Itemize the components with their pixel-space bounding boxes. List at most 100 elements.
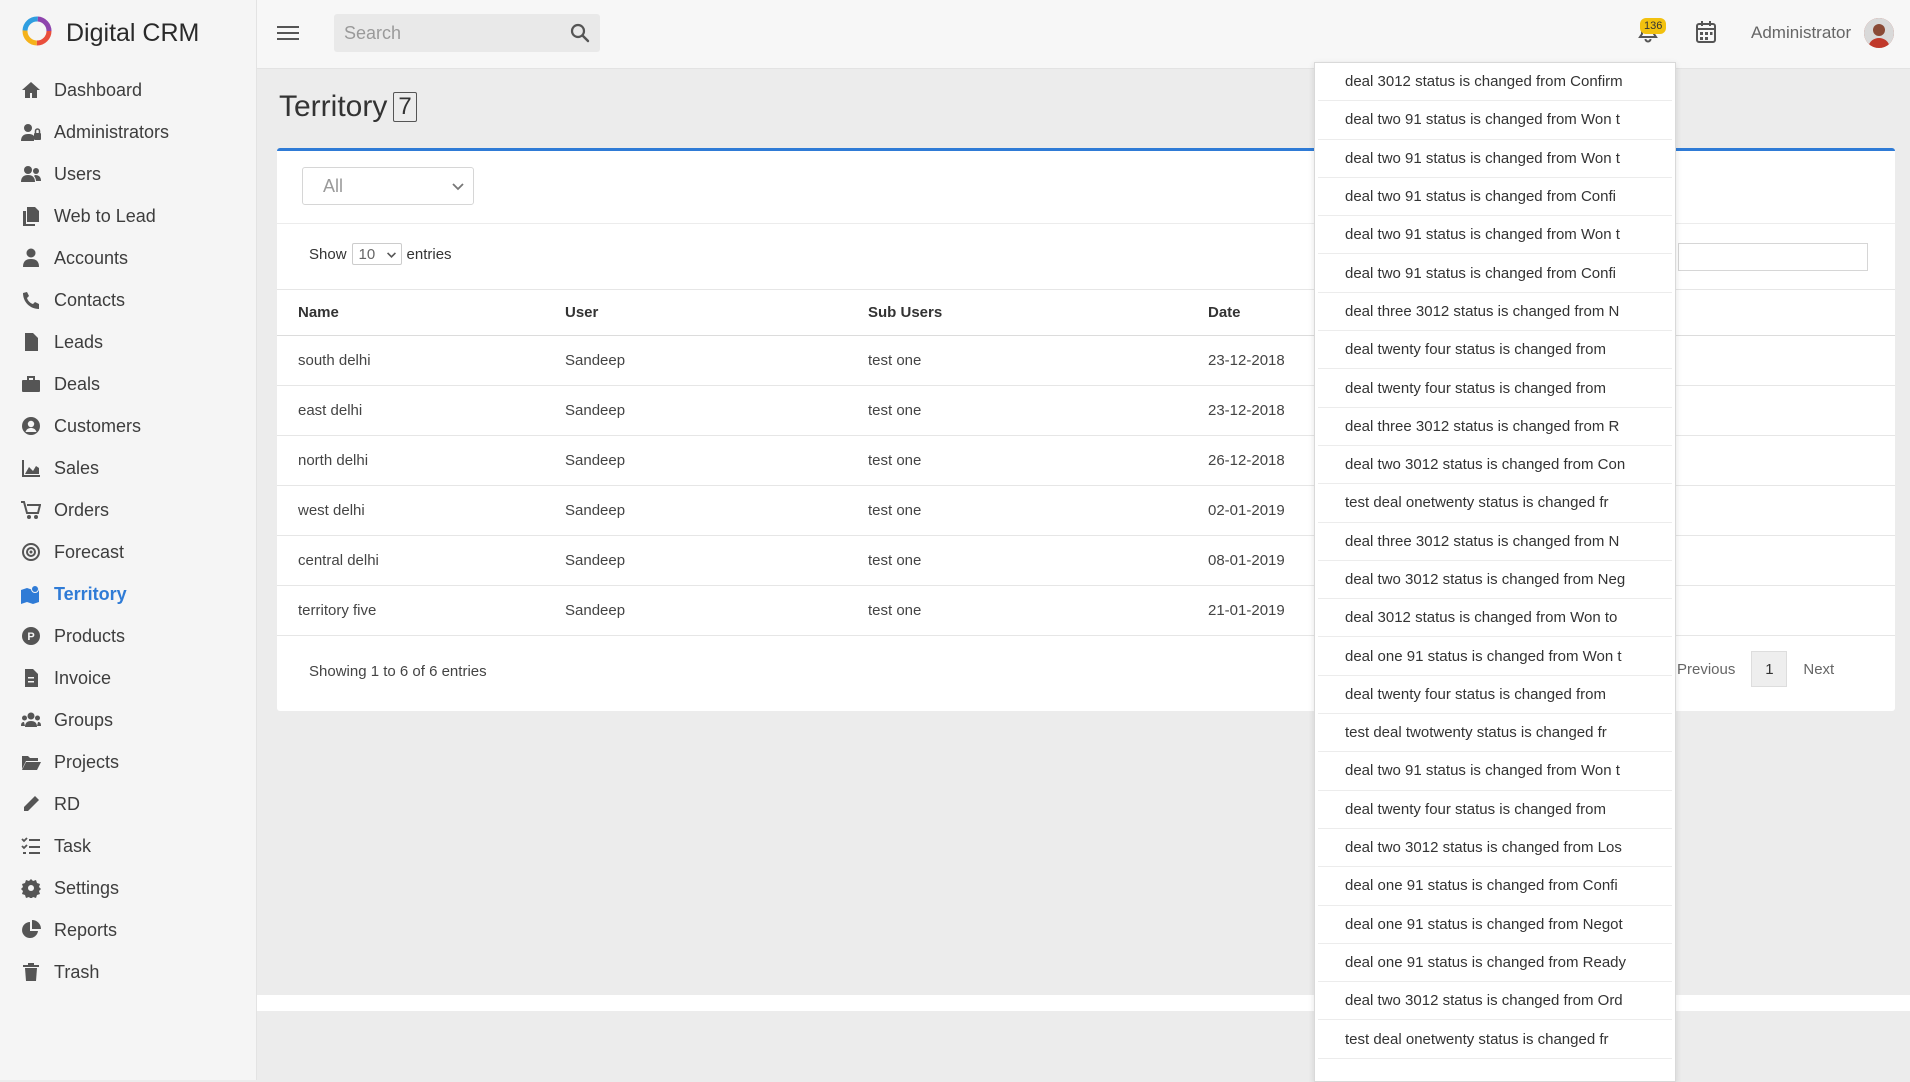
filter-value: All: [323, 175, 344, 196]
cell-sub-users: test one: [868, 535, 1208, 586]
notification-item[interactable]: deal two 91 status is changed from Won t: [1318, 752, 1672, 791]
notification-item[interactable]: deal three 3012 status is changed from N: [1318, 523, 1672, 561]
file-icon: [20, 331, 42, 353]
sidebar-item-label: Reports: [54, 919, 118, 940]
sidebar-item-label: Forecast: [54, 541, 125, 562]
cell-sub-users: test one: [868, 485, 1208, 536]
pie-chart-icon: [20, 919, 42, 941]
pagination: Previous 1 Next: [1677, 651, 1834, 687]
column-header-name[interactable]: Name: [277, 290, 565, 336]
sidebar-item-leads[interactable]: Leads: [0, 321, 256, 363]
notifications-dropdown: deal 3012 status is changed from Confirm…: [1314, 62, 1676, 1082]
notification-item[interactable]: deal two 91 status is changed from Confi: [1318, 178, 1672, 217]
notification-item[interactable]: deal twenty four status is changed from: [1318, 369, 1672, 408]
invoice-icon: [20, 667, 42, 689]
chevron-down-icon: [452, 183, 464, 191]
sidebar-item-contacts[interactable]: Contacts: [0, 279, 256, 321]
notification-item[interactable]: deal two 91 status is changed from Won t: [1318, 216, 1672, 255]
show-label: Show: [309, 245, 347, 263]
notification-item[interactable]: deal one 91 status is changed from Negot: [1318, 906, 1672, 944]
sidebar-item-forecast[interactable]: Forecast: [0, 531, 256, 573]
notification-item[interactable]: deal one 91 status is changed from Ready: [1318, 944, 1672, 983]
notification-item[interactable]: deal two 3012 status is changed from Ord: [1318, 982, 1672, 1021]
search-icon[interactable]: [570, 23, 590, 43]
sidebar-item-orders[interactable]: Orders: [0, 489, 256, 531]
sidebar-item-reports[interactable]: Reports: [0, 909, 256, 951]
search-box: [334, 14, 600, 52]
notification-badge: 136: [1640, 18, 1667, 34]
sidebar-item-label: Sales: [54, 457, 100, 478]
table-search-input[interactable]: [1678, 243, 1868, 271]
notification-item[interactable]: deal three 3012 status is changed from R: [1318, 408, 1672, 446]
sidebar-item-label: Projects: [54, 751, 120, 772]
briefcase-icon: [20, 373, 42, 395]
sidebar-item-sales[interactable]: Sales: [0, 447, 256, 489]
filter-select[interactable]: All: [302, 167, 474, 205]
sidebar-item-users[interactable]: Users: [0, 153, 256, 195]
page-button-1[interactable]: 1: [1751, 651, 1788, 687]
notification-item[interactable]: deal twenty four status is changed from: [1318, 791, 1672, 829]
notification-item[interactable]: deal twenty four status is changed from: [1318, 676, 1672, 715]
folder-open-icon: [20, 751, 42, 773]
sidebar-item-label: Task: [54, 835, 92, 856]
cell-name: north delhi: [277, 435, 565, 486]
notification-item[interactable]: test deal onetwenty status is changed fr: [1318, 484, 1672, 523]
notification-item[interactable]: deal three 3012 status is changed from N: [1318, 293, 1672, 332]
notification-item[interactable]: deal two 91 status is changed from Won t: [1318, 101, 1672, 140]
page-title-text: Territory: [279, 90, 388, 123]
sidebar-item-label: Users: [54, 163, 102, 184]
notification-item[interactable]: deal two 3012 status is changed from Neg: [1318, 561, 1672, 600]
sidebar-item-customers[interactable]: Customers: [0, 405, 256, 447]
cell-name: east delhi: [277, 385, 565, 436]
column-header-sub-users[interactable]: Sub Users: [868, 290, 1208, 336]
avatar[interactable]: [1864, 18, 1894, 48]
brand[interactable]: Digital CRM: [20, 15, 199, 51]
sidebar-item-rd[interactable]: RD: [0, 783, 256, 825]
sidebar-item-label: Leads: [54, 331, 104, 352]
calendar-icon[interactable]: [1695, 20, 1717, 44]
previous-button[interactable]: Previous: [1677, 661, 1735, 678]
sidebar-item-label: Groups: [54, 709, 114, 730]
cell-sub-users: test one: [868, 385, 1208, 436]
sidebar-item-projects[interactable]: Projects: [0, 741, 256, 783]
notification-item[interactable]: deal two 3012 status is changed from Los: [1318, 829, 1672, 868]
sidebar-item-deals[interactable]: Deals: [0, 363, 256, 405]
sidebar-item-trash[interactable]: Trash: [0, 951, 256, 993]
page-length-select[interactable]: 10: [351, 243, 402, 265]
sidebar-item-task[interactable]: Task: [0, 825, 256, 867]
sidebar-item-administrators[interactable]: Administrators: [0, 111, 256, 153]
sidebar-item-products[interactable]: P Products: [0, 615, 256, 657]
notification-item[interactable]: test deal twotwenty status is changed fr: [1318, 714, 1672, 753]
notification-item[interactable]: deal two 91 status is changed from Won t: [1318, 140, 1672, 178]
sidebar-item-web-to-lead[interactable]: Web to Lead: [0, 195, 256, 237]
next-button[interactable]: Next: [1803, 661, 1834, 678]
search-input[interactable]: [334, 21, 566, 45]
notification-item[interactable]: deal twenty four status is changed from: [1318, 331, 1672, 370]
page-title: Territory 7: [279, 90, 417, 124]
notification-item[interactable]: deal 3012 status is changed from Won to: [1318, 599, 1672, 638]
sidebar-nav: Dashboard Administrators Users Web to Lead A…: [0, 69, 256, 993]
user-lock-icon: [20, 121, 42, 143]
column-header-user[interactable]: User: [565, 290, 868, 336]
territory-count: 7: [393, 92, 417, 122]
notification-item[interactable]: test deal onetwenty status is changed fr: [1318, 1020, 1672, 1059]
notification-item[interactable]: deal one 91 status is changed from Confi: [1318, 867, 1672, 906]
sidebar-item-invoice[interactable]: Invoice: [0, 657, 256, 699]
sidebar-item-territory[interactable]: Territory: [0, 573, 256, 615]
cell-sub-users: test one: [868, 335, 1208, 386]
sidebar-item-accounts[interactable]: Accounts: [0, 237, 256, 279]
notification-item[interactable]: deal 3012 status is changed from Confirm: [1318, 63, 1672, 102]
sidebar-item-groups[interactable]: Groups: [0, 699, 256, 741]
notification-item[interactable]: deal two 91 status is changed from Confi: [1318, 254, 1672, 293]
phone-icon: [20, 289, 42, 311]
home-icon: [20, 79, 42, 101]
user-name[interactable]: Administrator: [1751, 23, 1851, 43]
sidebar-item-settings[interactable]: Settings: [0, 867, 256, 909]
table-info: Showing 1 to 6 of 6 entries: [309, 663, 487, 680]
notification-item[interactable]: deal one 91 status is changed from Won t: [1318, 637, 1672, 676]
sidebar-item-dashboard[interactable]: Dashboard: [0, 69, 256, 111]
cell-user: Sandeep: [565, 335, 868, 386]
menu-toggle-icon[interactable]: [277, 22, 299, 44]
notification-item[interactable]: deal two 3012 status is changed from Con: [1318, 446, 1672, 485]
pencil-icon: [20, 793, 42, 815]
